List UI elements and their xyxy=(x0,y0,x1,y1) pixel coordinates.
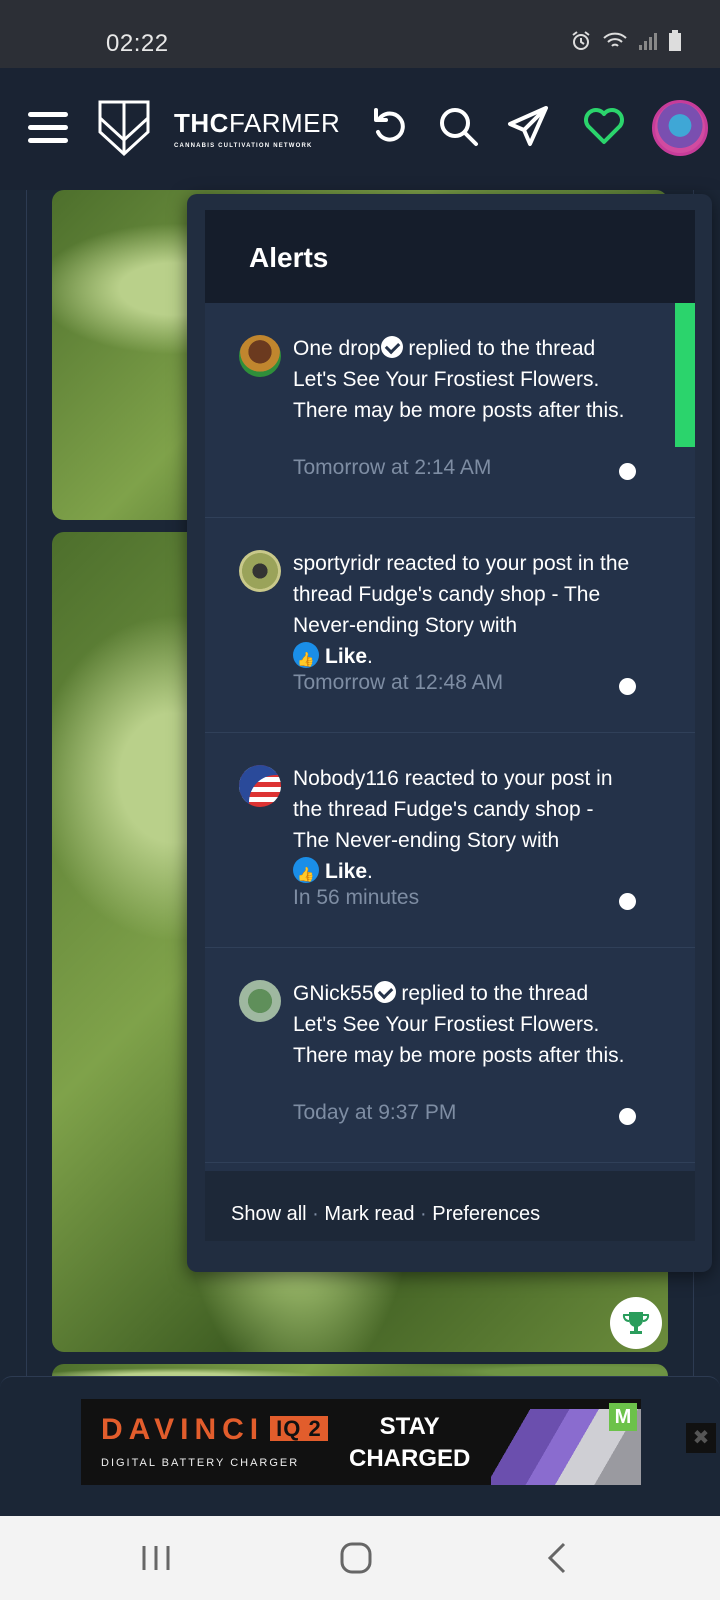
alert-time: In 56 minutes xyxy=(293,886,420,909)
menu-icon[interactable] xyxy=(28,112,68,146)
status-bar: 02:22 xyxy=(0,0,720,68)
battery-icon xyxy=(669,30,681,51)
alarm-icon xyxy=(572,31,590,50)
separator: · xyxy=(420,1203,427,1225)
heart-alerts-icon[interactable] xyxy=(582,104,626,148)
alert-time: Today at 9:37 PM xyxy=(293,1101,457,1124)
ad-model: IQ 2 xyxy=(270,1416,328,1441)
alert-username[interactable]: One drop xyxy=(293,337,381,360)
alert-item[interactable]: Nobody116 reacted to your post in the th… xyxy=(205,733,695,948)
ad-brand: DAVINCI xyxy=(101,1413,265,1446)
ad-subtitle: DIGITAL BATTERY CHARGER xyxy=(101,1457,300,1469)
alert-item[interactable]: One drop replied to the thread Let's See… xyxy=(205,303,695,518)
avatar[interactable] xyxy=(239,765,281,807)
reaction-label: Like xyxy=(325,645,368,668)
verified-icon xyxy=(373,981,396,1003)
ad-slogan-line1: STAY xyxy=(379,1413,440,1440)
status-icons xyxy=(570,30,682,52)
ad-slogan-line2: CHARGED xyxy=(349,1445,471,1472)
ad-banner[interactable]: DAVINCI IQ 2 DIGITAL BATTERY CHARGER STAY… xyxy=(81,1399,641,1485)
wifi-icon xyxy=(603,32,627,47)
refresh-icon[interactable] xyxy=(368,104,412,148)
alert-time: Tomorrow at 12:48 AM xyxy=(293,671,504,694)
alert-item[interactable]: sportyridr reacted to your post in the t… xyxy=(205,518,695,733)
alert-username[interactable]: sportyridr xyxy=(293,552,381,575)
brand-wordmark[interactable]: THCFARMER CANNABIS CULTIVATION NETWORK xyxy=(174,108,340,149)
alerts-list: One drop replied to the thread Let's See… xyxy=(205,303,695,1171)
unread-dot[interactable] xyxy=(619,893,636,910)
unread-dot[interactable] xyxy=(619,463,636,480)
status-time: 02:22 xyxy=(106,30,169,57)
back-icon[interactable] xyxy=(538,1538,578,1578)
unread-dot[interactable] xyxy=(619,1108,636,1125)
system-nav-bar xyxy=(0,1516,720,1600)
alerts-footer: Show all · Mark read · Preferences xyxy=(205,1171,695,1241)
trophy-icon[interactable] xyxy=(610,1297,662,1349)
unread-dot[interactable] xyxy=(619,678,636,695)
avatar[interactable] xyxy=(239,980,281,1022)
alerts-dropdown: Alerts One drop replied to the thread Le… xyxy=(187,194,712,1272)
alert-time: Tomorrow at 2:14 AM xyxy=(293,456,492,479)
alert-username[interactable]: GNick55 xyxy=(293,982,374,1005)
thcfarmer-logo[interactable] xyxy=(96,98,152,158)
ad-close-icon[interactable]: ✖ xyxy=(686,1423,716,1453)
user-avatar[interactable] xyxy=(652,100,708,156)
avatar[interactable] xyxy=(239,550,281,592)
ad-bar: DAVINCI IQ 2 DIGITAL BATTERY CHARGER STAY… xyxy=(0,1376,720,1516)
separator: · xyxy=(312,1203,319,1225)
like-icon xyxy=(293,642,319,675)
recent-apps-icon[interactable] xyxy=(136,1538,176,1578)
signal-icon xyxy=(639,33,657,50)
alerts-title: Alerts xyxy=(205,210,695,303)
alert-username[interactable]: Nobody116 xyxy=(293,767,399,790)
send-message-icon[interactable] xyxy=(506,104,550,148)
verified-icon xyxy=(380,336,403,358)
brand-light: FARMER xyxy=(228,108,341,138)
alert-item[interactable]: GNick55 replied to the thread Let's See … xyxy=(205,948,695,1163)
search-icon[interactable] xyxy=(436,104,480,148)
brand-tagline: CANNABIS CULTIVATION NETWORK xyxy=(174,143,313,149)
site-header: THCFARMER CANNABIS CULTIVATION NETWORK xyxy=(0,68,720,190)
reaction-label: Like xyxy=(325,860,368,883)
like-icon xyxy=(293,857,319,890)
mark-read-link[interactable]: Mark read xyxy=(324,1203,414,1225)
avatar[interactable] xyxy=(239,335,281,377)
ad-badge: M xyxy=(609,1403,637,1431)
preferences-link[interactable]: Preferences xyxy=(432,1203,540,1225)
home-icon[interactable] xyxy=(336,1538,376,1578)
show-all-link[interactable]: Show all xyxy=(231,1203,307,1225)
brand-bold: THC xyxy=(174,108,229,138)
